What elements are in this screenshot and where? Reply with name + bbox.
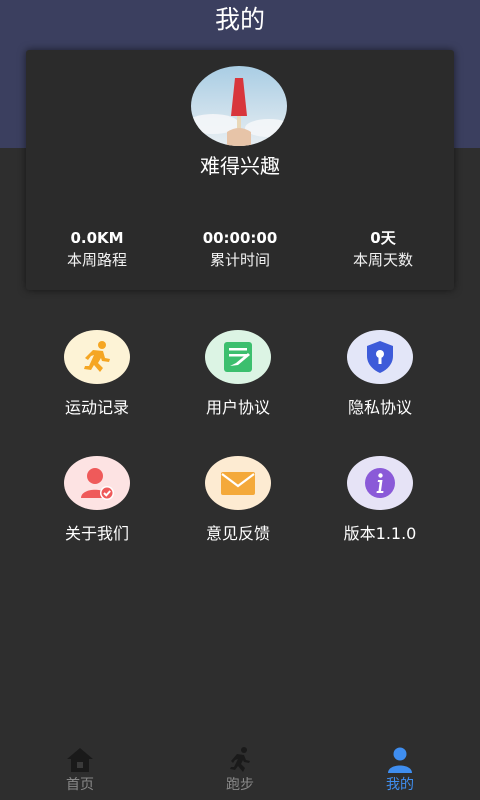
nav-label: 跑步 <box>226 777 254 793</box>
shield-lock-icon <box>347 330 413 384</box>
avatar[interactable] <box>191 66 287 146</box>
user-check-icon <box>64 456 130 510</box>
menu-feedback[interactable]: 意见反馈 <box>173 456 303 556</box>
menu-about-us[interactable]: 关于我们 <box>32 456 162 556</box>
menu-version[interactable]: 版本1.1.0 <box>315 456 445 556</box>
menu-label: 运动记录 <box>64 398 129 417</box>
nav-label: 首页 <box>66 777 94 793</box>
stat-total-time: 00:00:00 累计时间 <box>169 228 311 272</box>
nav-running[interactable]: 跑步 <box>160 742 320 800</box>
stat-week-days: 0天 本周天数 <box>312 228 454 272</box>
stat-label: 本周路程 <box>66 251 127 269</box>
page-title: 我的 <box>214 5 265 34</box>
nav-mine[interactable]: 我的 <box>320 742 480 800</box>
stat-value: 0.0KM <box>70 229 124 247</box>
document-edit-icon <box>205 330 271 384</box>
menu-label: 意见反馈 <box>205 524 270 543</box>
nickname: 难得兴趣 <box>200 154 280 178</box>
stat-week-distance: 0.0KM 本周路程 <box>26 228 168 272</box>
profile-card: 难得兴趣 0.0KM 本周路程 00:00:00 累计时间 0天 本周天数 <box>26 50 454 290</box>
menu-label: 版本1.1.0 <box>343 524 417 543</box>
runner-icon <box>226 746 254 774</box>
menu-label: 隐私协议 <box>347 398 412 417</box>
nav-label: 我的 <box>386 777 414 793</box>
user-icon <box>386 746 414 774</box>
stats-row: 0.0KM 本周路程 00:00:00 累计时间 0天 本周天数 <box>26 228 454 274</box>
nav-home[interactable]: 首页 <box>0 742 160 800</box>
envelope-icon <box>205 456 271 510</box>
home-icon <box>66 746 94 774</box>
menu-label: 用户协议 <box>205 398 270 417</box>
menu-exercise-record[interactable]: 运动记录 <box>32 330 162 430</box>
menu-user-agreement[interactable]: 用户协议 <box>173 330 303 430</box>
stat-value: 00:00:00 <box>202 229 278 247</box>
info-icon <box>347 456 413 510</box>
menu-label: 关于我们 <box>64 524 129 543</box>
stat-label: 本周天数 <box>352 251 413 269</box>
running-person-icon <box>64 330 130 384</box>
stat-label: 累计时间 <box>209 251 270 269</box>
menu-privacy-policy[interactable]: 隐私协议 <box>315 330 445 430</box>
stat-value: 0天 <box>370 229 396 247</box>
bottom-nav: 首页 跑步 我的 <box>0 742 480 800</box>
